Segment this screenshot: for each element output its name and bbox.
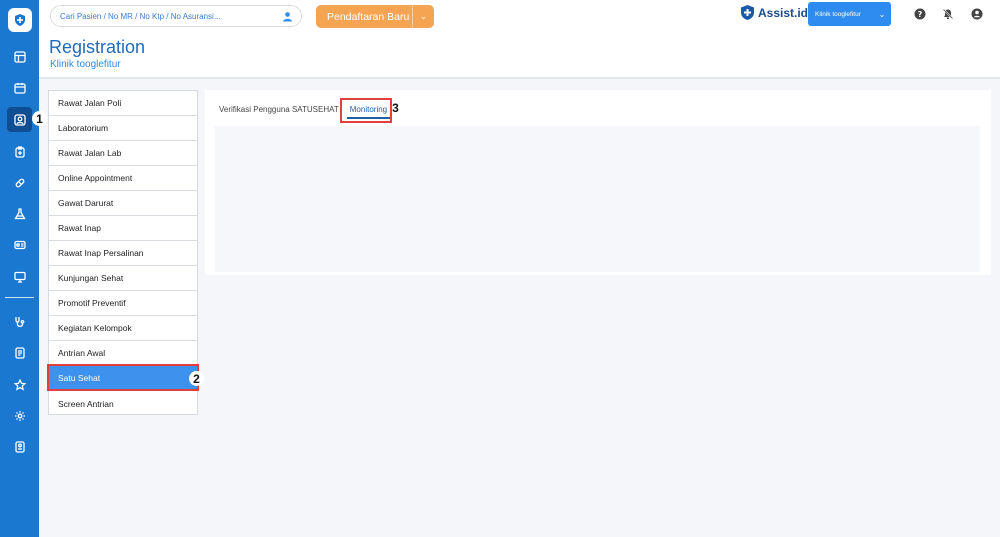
clinic-selector[interactable]: Klinik tooglefitur ⌄ <box>808 2 891 26</box>
step-marker-3: 3 <box>392 100 399 115</box>
menu-item-gawat-darurat[interactable]: Gawat Darurat <box>49 191 197 216</box>
patient-card-icon[interactable] <box>7 107 32 132</box>
shield-logo-icon[interactable] <box>8 8 32 32</box>
icon-rail <box>0 0 39 537</box>
clinic-selector-label: Klinik tooglefitur <box>815 10 861 18</box>
user-icon <box>280 9 294 23</box>
new-registration-button[interactable]: Pendaftaran Baru ⌄ <box>316 5 434 28</box>
highlight-box-3 <box>340 98 392 123</box>
pill-icon[interactable] <box>7 170 32 195</box>
layout-icon[interactable] <box>7 44 32 69</box>
menu-item-antrian-awal[interactable]: Antrian Awal <box>49 341 197 366</box>
rail-divider <box>5 297 34 298</box>
monitor-icon[interactable] <box>7 264 32 289</box>
step-marker-2: 2 <box>189 371 204 386</box>
menu-item-kegiatan-kelompok[interactable]: Kegiatan Kelompok <box>49 316 197 341</box>
search-input[interactable]: Cari Pasien / No MR / No Ktp / No Asuran… <box>50 5 302 27</box>
brand-name: Assist.id <box>758 5 809 20</box>
clipboard-icon[interactable] <box>7 139 32 164</box>
calendar-icon[interactable] <box>7 75 32 100</box>
document-icon[interactable] <box>7 340 32 365</box>
menu-item-rawat-inap[interactable]: Rawat Inap <box>49 216 197 241</box>
menu-item-online-appointment[interactable]: Online Appointment <box>49 166 197 191</box>
content-panel: Verifikasi Pengguna SATUSEHAT Monitoring <box>205 90 991 275</box>
tab-verifikasi-pengguna[interactable]: Verifikasi Pengguna SATUSEHAT <box>219 104 343 119</box>
svg-text:?: ? <box>918 10 923 19</box>
search-placeholder: Cari Pasien / No MR / No Ktp / No Asuran… <box>60 11 221 21</box>
settings-icon[interactable] <box>7 403 32 428</box>
id-card-icon[interactable] <box>7 232 32 257</box>
tab-content-area <box>215 126 980 272</box>
menu-item-rawat-jalan-lab[interactable]: Rawat Jalan Lab <box>49 141 197 166</box>
menu-item-laboratorium[interactable]: Laboratorium <box>49 116 197 141</box>
menu-item-promotif-preventif[interactable]: Promotif Preventif <box>49 291 197 316</box>
shield-brand-icon <box>741 5 754 20</box>
star-icon[interactable] <box>7 372 32 397</box>
chevron-down-icon[interactable]: ⌄ <box>412 5 434 28</box>
report-icon[interactable] <box>7 434 32 459</box>
highlight-box-2 <box>47 364 199 391</box>
stethoscope-icon[interactable] <box>7 309 32 334</box>
menu-item-rawat-inap-persalinan[interactable]: Rawat Inap Persalinan <box>49 241 197 266</box>
notification-off-icon[interactable] <box>941 7 955 21</box>
step-marker-1: 1 <box>32 111 47 126</box>
menu-item-rawat-jalan-poli[interactable]: Rawat Jalan Poli <box>49 91 197 116</box>
brand-logo: Assist.id <box>740 4 808 21</box>
menu-item-screen-antrian[interactable]: Screen Antrian <box>49 391 197 416</box>
chevron-down-icon: ⌄ <box>878 9 886 19</box>
help-icon[interactable]: ? <box>913 7 927 21</box>
page-subtitle: Klinik tooglefitur <box>50 59 121 70</box>
account-icon[interactable] <box>970 7 984 21</box>
menu-item-kunjungan-sehat[interactable]: Kunjungan Sehat <box>49 266 197 291</box>
page-title: Registration <box>49 37 146 57</box>
page-header: Registration Klinik tooglefitur <box>39 33 1000 79</box>
new-registration-label: Pendaftaran Baru <box>327 10 410 23</box>
lab-flask-icon[interactable] <box>7 201 32 226</box>
